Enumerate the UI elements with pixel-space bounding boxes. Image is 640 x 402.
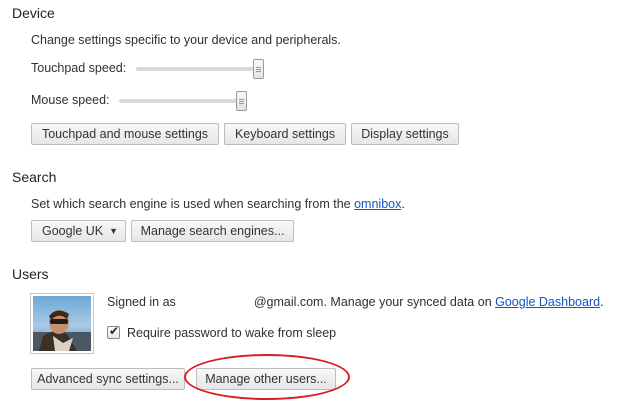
email-suffix: @gmail.com. (253, 295, 327, 309)
display-settings-button[interactable]: Display settings (351, 123, 459, 145)
manage-synced-data-text: Manage your synced data on (330, 295, 492, 309)
google-dashboard-link[interactable]: Google Dashboard (495, 295, 600, 309)
search-description-text: Set which search engine is used when sea… (31, 197, 355, 211)
user-photo-icon (33, 296, 91, 351)
manage-search-engines-button[interactable]: Manage search engines... (131, 220, 294, 242)
users-section-title: Users (12, 266, 49, 282)
touchpad-speed-slider-thumb[interactable] (253, 59, 264, 79)
search-section-title: Search (12, 169, 57, 185)
dropdown-arrow-icon: ▼ (109, 226, 118, 236)
signed-in-label: Signed in as (107, 295, 176, 309)
mouse-speed-label: Mouse speed: (31, 93, 110, 107)
device-description: Change settings specific to your device … (31, 33, 341, 47)
mouse-speed-slider-track[interactable] (119, 99, 243, 103)
device-section-title: Device (12, 5, 55, 21)
dashboard-suffix: . (600, 295, 604, 309)
require-password-checkbox[interactable]: ✔ (107, 324, 120, 339)
search-engine-select[interactable]: Google UK ▼ (31, 220, 126, 242)
manage-other-users-button[interactable]: Manage other users... (196, 368, 336, 390)
advanced-sync-settings-button[interactable]: Advanced sync settings... (31, 368, 185, 390)
search-description: Set which search engine is used when sea… (31, 197, 405, 211)
omnibox-link[interactable]: omnibox (354, 197, 401, 211)
avatar (30, 293, 94, 354)
touchpad-speed-label: Touchpad speed: (31, 61, 127, 75)
mouse-speed-slider-thumb[interactable] (236, 91, 247, 111)
sync-status: Signed in as @gmail.com. Manage your sync… (107, 295, 604, 309)
touchpad-mouse-settings-button[interactable]: Touchpad and mouse settings (31, 123, 219, 145)
search-description-suffix: . (401, 197, 405, 211)
require-password-label: Require password to wake from sleep (127, 326, 337, 340)
keyboard-settings-button[interactable]: Keyboard settings (224, 123, 346, 145)
touchpad-speed-slider-track[interactable] (136, 67, 260, 71)
search-engine-selected: Google UK (42, 224, 104, 238)
checkmark-icon: ✔ (109, 324, 120, 338)
